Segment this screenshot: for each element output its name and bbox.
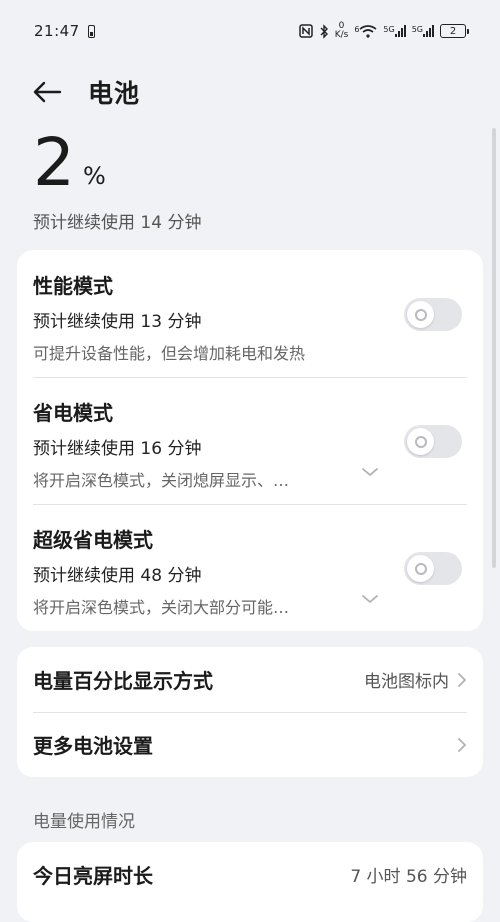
battery-level: 2 % xyxy=(33,128,106,198)
sim2-label: 5G xyxy=(411,25,423,34)
battery-percentage-display-row[interactable]: 电量百分比显示方式 电池图标内 xyxy=(17,647,483,712)
performance-mode-toggle[interactable] xyxy=(404,298,462,331)
nfc-icon xyxy=(298,24,313,38)
ultra-power-saving-mode-toggle[interactable] xyxy=(404,552,462,585)
bluetooth-icon xyxy=(320,23,328,39)
mode-title: 超级省电模式 xyxy=(33,528,153,552)
toggle-knob xyxy=(407,301,434,328)
page-title: 电池 xyxy=(88,79,141,108)
power-modes-card: 性能模式 预计继续使用 13 分钟 可提升设备性能，但会增加耗电和发热 省电模式… xyxy=(17,250,483,631)
mode-title: 性能模式 xyxy=(33,274,113,298)
mode-title: 省电模式 xyxy=(33,401,113,425)
network-speed-unit: K/s xyxy=(334,30,349,40)
usage-section-label: 电量使用情况 xyxy=(33,812,135,832)
setting-label: 电量百分比显示方式 xyxy=(33,669,213,693)
status-right: 0 K/s 6 5G 5G 2 xyxy=(298,22,469,40)
scrollbar[interactable] xyxy=(492,128,496,568)
wifi-status: 6 xyxy=(354,25,377,38)
battery-estimate: 预计继续使用 14 分钟 xyxy=(33,213,202,233)
mode-row-ultra-power-saving: 超级省电模式 预计继续使用 48 分钟 将开启深色模式，关闭大部分可能… xyxy=(17,504,483,631)
screen-time-row[interactable]: 今日亮屏时长 7 小时 56 分钟 xyxy=(17,842,483,906)
mode-description: 可提升设备性能，但会增加耗电和发热 xyxy=(33,344,306,363)
signal-icon-sim2 xyxy=(423,25,434,37)
sim1-status: 5G xyxy=(383,25,406,37)
sim1-label: 5G xyxy=(383,25,395,34)
status-bar: 21:47 0 K/s 6 5G 5G 2 xyxy=(0,0,500,62)
signal-icon-sim1 xyxy=(394,25,406,37)
chevron-right-icon xyxy=(458,672,466,687)
chevron-down-icon[interactable] xyxy=(361,593,379,605)
status-left: 21:47 xyxy=(34,22,95,40)
battery-icon-level: 2 xyxy=(449,25,457,37)
battery-settings-card: 电量百分比显示方式 电池图标内 更多电池设置 xyxy=(17,647,483,777)
wifi-icon xyxy=(359,24,377,38)
battery-level-unit: % xyxy=(83,162,106,190)
usage-card: 今日亮屏时长 7 小时 56 分钟 xyxy=(17,842,483,922)
battery-level-number: 2 xyxy=(33,124,75,201)
screen-time-value: 7 小时 56 分钟 xyxy=(350,866,467,887)
battery-icon: 2 xyxy=(440,24,469,38)
screen-time-label: 今日亮屏时长 xyxy=(33,863,153,888)
mode-description: 将开启深色模式，关闭大部分可能… xyxy=(33,598,290,617)
mode-description: 将开启深色模式，关闭熄屏显示、… xyxy=(33,471,290,490)
setting-value: 电池图标内 xyxy=(364,672,449,692)
battery-low-icon xyxy=(87,24,95,38)
network-speed: 0 K/s xyxy=(335,22,349,40)
sim2-status: 5G xyxy=(412,25,434,37)
mode-row-performance: 性能模式 预计继续使用 13 分钟 可提升设备性能，但会增加耗电和发热 xyxy=(17,250,483,377)
chevron-down-icon[interactable] xyxy=(361,466,379,478)
mode-row-power-saving: 省电模式 预计继续使用 16 分钟 将开启深色模式，关闭熄屏显示、… xyxy=(17,377,483,504)
setting-label: 更多电池设置 xyxy=(33,734,153,758)
back-arrow-icon[interactable] xyxy=(30,75,64,109)
header: 电池 xyxy=(30,70,140,114)
toggle-knob xyxy=(407,555,434,582)
power-saving-mode-toggle[interactable] xyxy=(404,425,462,458)
more-battery-settings-row[interactable]: 更多电池设置 xyxy=(17,712,483,777)
toggle-knob xyxy=(407,428,434,455)
chevron-right-icon xyxy=(458,737,466,752)
status-time: 21:47 xyxy=(34,22,80,40)
